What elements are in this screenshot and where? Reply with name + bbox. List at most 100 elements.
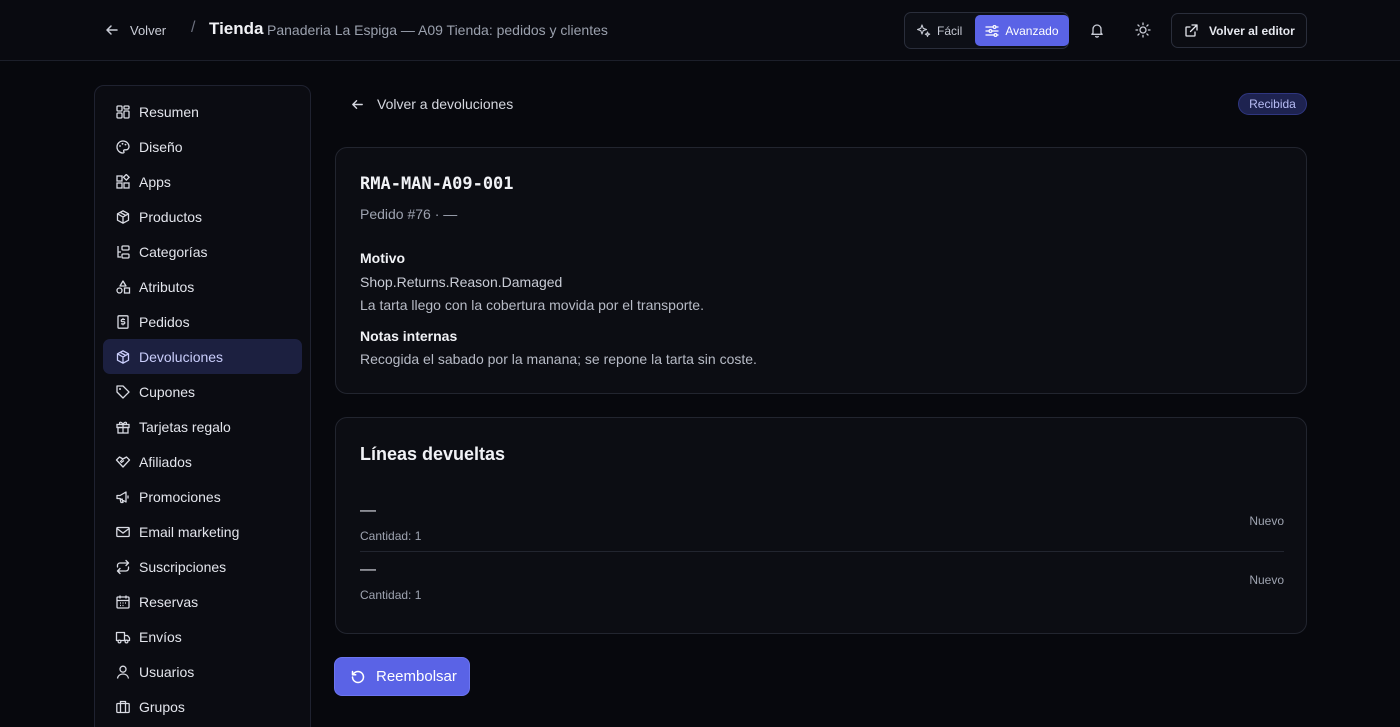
status-badge: Recibida [1238,93,1307,115]
refund-button[interactable]: Reembolsar [334,657,470,696]
sidebar-item-label: Usuarios [139,663,195,680]
line-quantity: Cantidad: 1 [360,529,422,543]
refund-label: Reembolsar [376,668,457,685]
mode-easy-label: Fácil [937,23,963,38]
sidebar-item-label: Devoluciones [139,348,224,365]
sidebar-item-label: Resumen [139,103,199,120]
handshake-icon [115,455,131,468]
arrow-left-icon [352,99,363,109]
reason-text: La tarta llego con la cobertura movida p… [360,297,704,313]
gift-icon [116,421,130,434]
sidebar-item-pedidos[interactable]: Pedidos [103,304,302,339]
mode-advanced-label: Avanzado [1005,23,1059,38]
sidebar-item-suscripciones[interactable]: Suscripciones [103,549,302,584]
line-quantity: Cantidad: 1 [360,588,422,602]
sidebar-item-diseno[interactable]: Diseño [103,129,302,164]
back-to-returns-label: Volver a devoluciones [377,96,514,112]
line-product-name: — [360,561,376,578]
megaphone-icon [116,490,129,503]
palette-icon [116,139,130,154]
sidebar-item-label: Pedidos [139,313,190,330]
sidebar-item-usuarios[interactable]: Usuarios [103,654,302,689]
sidebar-item-grupos[interactable]: Grupos [103,689,302,724]
sidebar-item-label: Tarjetas regalo [139,418,231,435]
rma-code: RMA-MAN-A09-001 [360,174,514,194]
order-reference: Pedido #76 · — [360,206,458,222]
sidebar-item-devoluciones[interactable]: Devoluciones [103,339,302,374]
sidebar: Resumen Diseño Apps Productos Categorías… [94,85,311,727]
top-bar: Volver / Tienda Panaderia La Espiga — A0… [0,0,1400,61]
sidebar-item-envios[interactable]: Envíos [103,619,302,654]
list-item: — Cantidad: 1 Nuevo [360,561,1284,611]
sidebar-item-label: Productos [139,208,203,225]
sidebar-item-label: Atributos [139,278,195,295]
back-label: Volver [130,22,167,38]
line-product-name: — [360,502,376,519]
arrow-left-icon [106,25,118,35]
sliders-icon [985,24,999,37]
shapes-icon [116,279,131,294]
theme-toggle-button[interactable] [1132,19,1154,41]
sidebar-item-tarjetas-regalo[interactable]: Tarjetas regalo [103,409,302,444]
sidebar-item-productos[interactable]: Productos [103,199,302,234]
sidebar-item-atributos[interactable]: Atributos [103,269,302,304]
truck-icon [115,631,131,644]
mode-advanced-button[interactable]: Avanzado [975,15,1069,46]
returned-lines-title: Líneas devueltas [360,444,506,464]
sidebar-item-label: Afiliados [139,453,192,470]
briefcase-icon [116,700,130,713]
sidebar-item-email-marketing[interactable]: Email marketing [103,514,302,549]
back-to-returns-link[interactable]: Volver a devoluciones [350,94,513,114]
page-title: Tienda [209,19,264,38]
category-icon [117,244,130,259]
sidebar-item-label: Email marketing [139,523,240,540]
sidebar-item-resumen[interactable]: Resumen [103,94,302,129]
sidebar-item-label: Suscripciones [139,558,227,575]
apps-icon [116,173,131,189]
sidebar-item-label: Cupones [139,383,196,400]
receipt-icon [117,314,129,329]
notifications-button[interactable] [1086,19,1108,41]
internal-notes-text: Recogida el sabado por la manana; se rep… [360,351,757,367]
sidebar-item-label: Promociones [139,488,221,505]
sidebar-item-label: Apps [139,173,171,190]
breadcrumb-separator: / [191,19,196,36]
external-link-icon [1185,24,1198,37]
sidebar-item-afiliados[interactable]: Afiliados [103,444,302,479]
bell-icon [1091,24,1103,38]
sidebar-item-label: Categorías [139,243,208,260]
sidebar-item-apps[interactable]: Apps [103,164,302,199]
reason-label: Motivo [360,250,406,266]
sparkles-icon [917,23,931,37]
sidebar-item-label: Diseño [139,138,183,155]
line-condition: Nuevo [1249,573,1284,587]
box-icon [116,349,130,364]
mode-easy-button[interactable]: Fácil [907,15,972,46]
sidebar-item-reservas[interactable]: Reservas [103,584,302,619]
sidebar-item-promociones[interactable]: Promociones [103,479,302,514]
back-to-editor-label: Volver al editor [1209,23,1295,38]
mode-toggle: Fácil Avanzado [904,12,1069,49]
sidebar-item-label: Grupos [139,698,185,715]
internal-notes-label: Notas internas [360,328,458,344]
repeat-icon [116,559,130,574]
box-icon [116,209,130,224]
back-button[interactable]: Volver [104,20,166,40]
tag-icon [116,384,130,399]
list-item: — Cantidad: 1 Nuevo [360,502,1284,552]
divider [360,551,1284,552]
mail-icon [116,526,130,537]
sidebar-item-cupones[interactable]: Cupones [103,374,302,409]
reason-code: Shop.Returns.Reason.Damaged [360,274,563,290]
rotate-ccw-icon [351,670,365,683]
sidebar-item-label: Envíos [139,628,182,645]
sidebar-item-categorias[interactable]: Categorías [103,234,302,269]
rma-details-card: RMA-MAN-A09-001 Pedido #76 · — Motivo Sh… [335,147,1307,394]
back-to-editor-button[interactable]: Volver al editor [1171,13,1307,48]
user-icon [116,665,130,679]
returned-lines-card: Líneas devueltas — Cantidad: 1 Nuevo — C… [335,417,1307,634]
page-subtitle: Panaderia La Espiga — A09 Tienda: pedido… [267,22,608,38]
sidebar-item-label: Reservas [139,593,199,610]
grid-icon [116,104,130,119]
sun-icon [1135,22,1151,38]
